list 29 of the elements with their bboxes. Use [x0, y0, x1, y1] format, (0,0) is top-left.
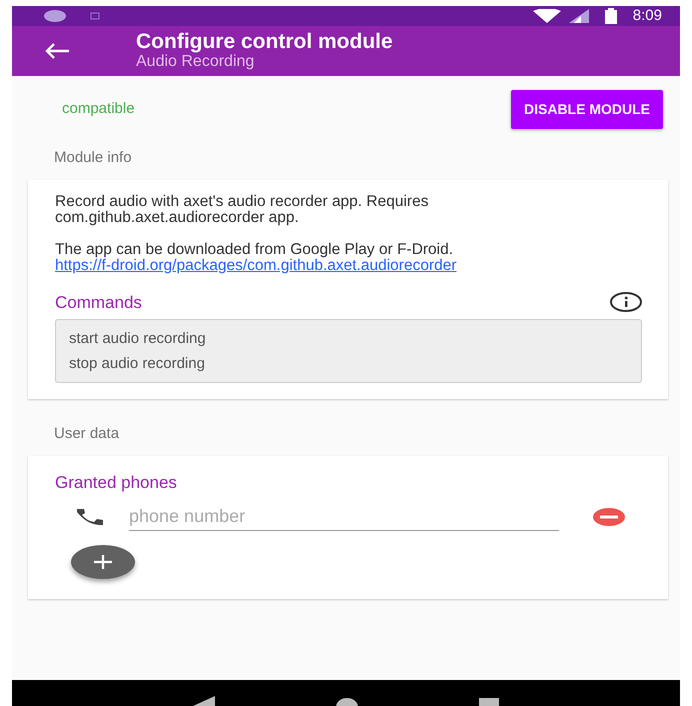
add-button[interactable]	[71, 545, 135, 579]
plus-icon	[92, 554, 114, 570]
screen-title: Configure control module	[136, 31, 393, 53]
section-heading: User data	[53, 424, 120, 444]
download-link[interactable]: https://f-droid.org/packages/com.github.axet.audiorecorder	[55, 258, 642, 274]
section-heading: Module info	[53, 148, 133, 168]
commands-title: Commands	[55, 292, 142, 314]
phone-icon	[75, 508, 105, 526]
back-arrow-icon[interactable]	[44, 42, 70, 60]
info-icon[interactable]	[610, 292, 642, 312]
module-description: Record audio with axet's audio recorder app. Requires com.github.axet.audiorecorder app.	[55, 194, 430, 226]
remove-icon[interactable]	[592, 507, 626, 527]
phone-number-field[interactable]: phone number	[129, 503, 559, 531]
command-item: start audio recording	[69, 329, 207, 349]
battery-icon	[604, 8, 617, 24]
disable-module-button[interactable]: DISABLE MODULE	[511, 90, 663, 129]
recents-icon[interactable]	[479, 696, 500, 706]
granted-phones-title: Granted phones	[55, 472, 178, 494]
signal-icon	[568, 9, 589, 23]
notification-dot-icon	[44, 10, 66, 22]
wifi-icon	[532, 9, 561, 23]
status-time: 8:09	[632, 6, 662, 26]
download-text: The app can be downloaded from Google Play or F-Droid.	[55, 242, 454, 258]
command-item: stop audio recording	[69, 354, 206, 374]
compatibility-status: compatible	[62, 99, 135, 120]
notification-icon	[90, 12, 100, 20]
home-icon[interactable]	[336, 696, 358, 706]
back-icon[interactable]	[192, 696, 215, 706]
screen-subtitle: Audio Recording	[136, 53, 256, 71]
